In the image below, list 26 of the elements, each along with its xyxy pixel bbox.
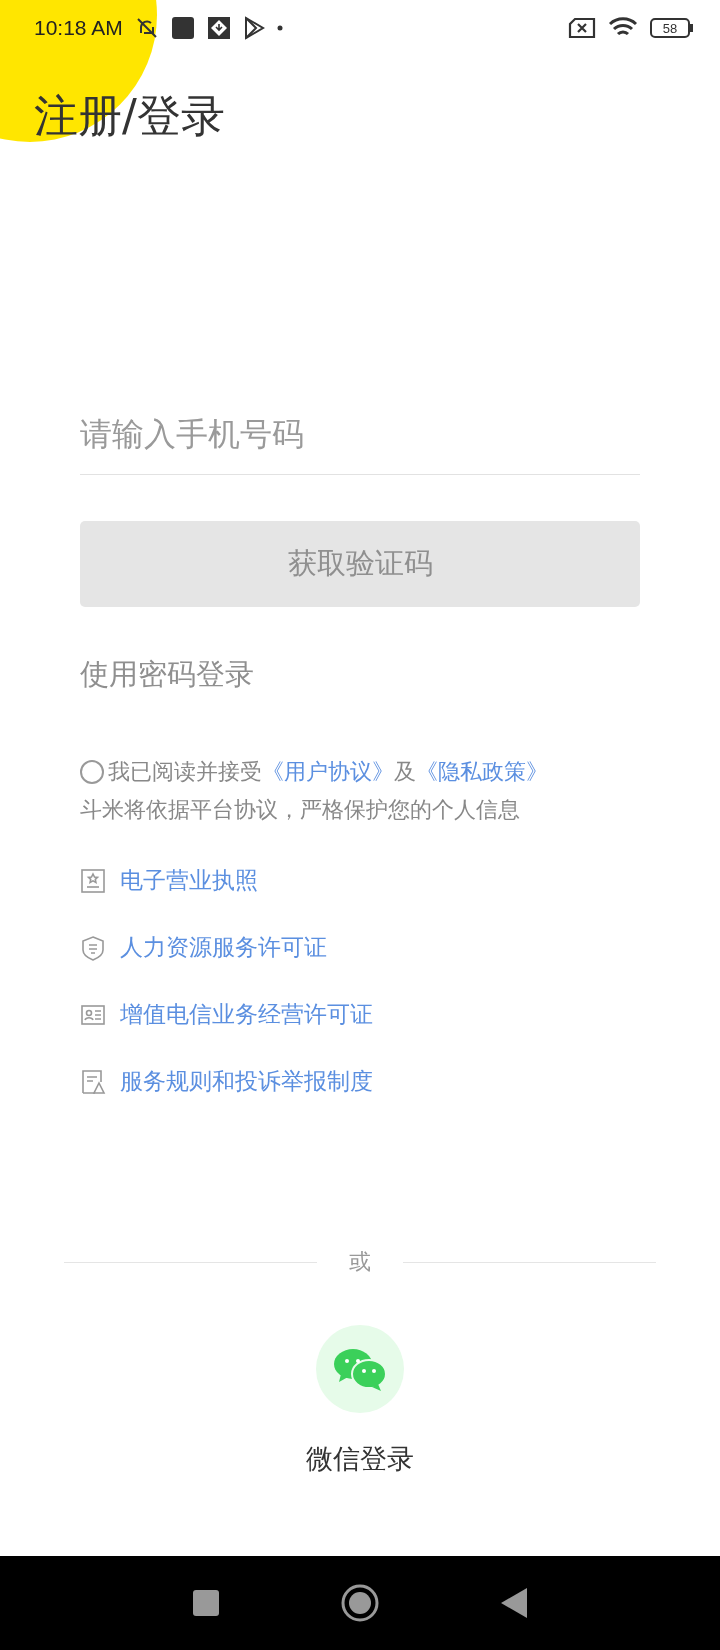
license-link[interactable]: 电子营业执照	[120, 865, 258, 896]
or-divider-label: 或	[349, 1248, 371, 1276]
recents-button-icon[interactable]	[192, 1589, 220, 1617]
dot-icon	[276, 25, 283, 31]
wechat-login-label: 微信登录	[306, 1442, 414, 1476]
license-link[interactable]: 服务规则和投诉举报制度	[120, 1066, 373, 1097]
agree-radio[interactable]	[80, 760, 104, 784]
back-button-icon[interactable]	[500, 1587, 528, 1619]
no-sim-icon	[568, 17, 596, 39]
home-button-icon[interactable]	[340, 1583, 380, 1623]
privacy-note: 斗米将依据平台协议，严格保护您的个人信息	[80, 796, 521, 824]
download-app-icon	[206, 16, 231, 40]
play-store-icon	[242, 16, 265, 40]
phone-input-field[interactable]: 请输入手机号码	[80, 404, 640, 475]
password-login-link[interactable]: 使用密码登录	[80, 655, 254, 695]
chat-bubbles-icon	[332, 1346, 388, 1392]
square-app-icon	[170, 16, 195, 40]
shield-icon	[80, 934, 106, 961]
license-link[interactable]: 人力资源服务许可证	[120, 932, 327, 963]
certificate-icon	[80, 867, 106, 894]
agreement-link[interactable]: 《用户协议》	[262, 759, 394, 784]
license-link[interactable]: 增值电信业务经营许可证	[120, 999, 373, 1030]
agreement-link[interactable]: 《隐私政策》	[416, 759, 548, 784]
status-time: 10:18 AM	[34, 16, 123, 40]
agreement-text: 我已阅读并接受《用户协议》及《隐私政策》	[108, 758, 548, 786]
report-icon	[80, 1068, 106, 1095]
